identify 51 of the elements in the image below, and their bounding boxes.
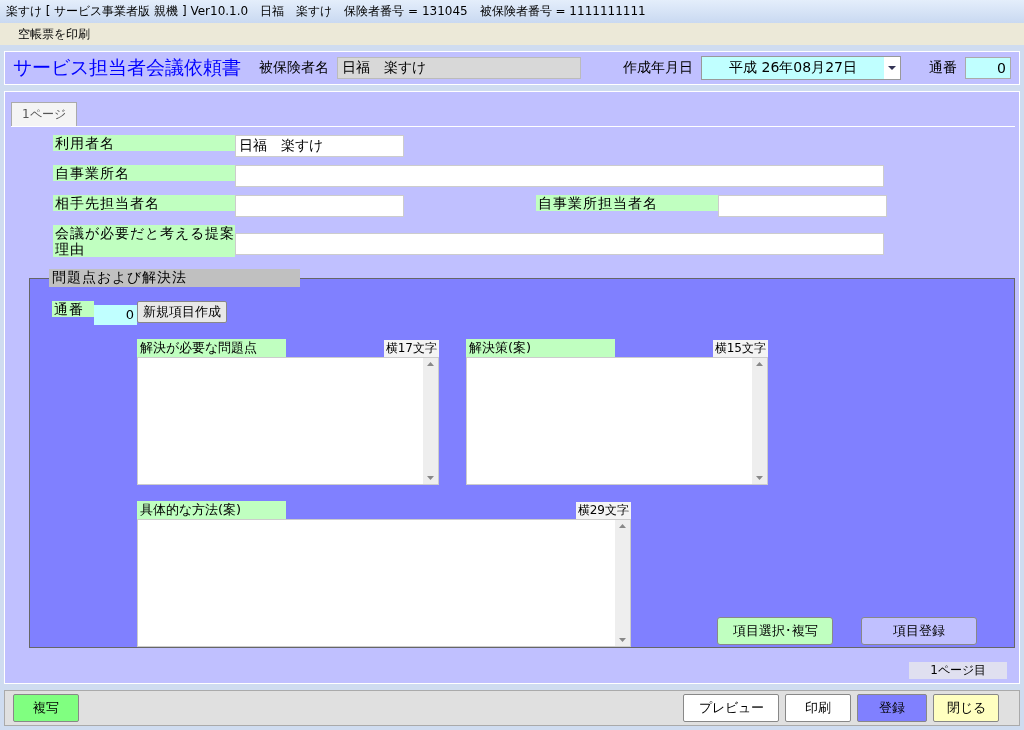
field-label: 相手先担当者名 <box>53 195 235 211</box>
input-field[interactable] <box>718 195 887 217</box>
scrollbar[interactable] <box>423 358 438 484</box>
menu-item[interactable]: 空帳票を印刷 <box>14 23 94 45</box>
field-label: 解決策(案) <box>466 339 615 357</box>
page-indicator: 1ページ目 <box>909 662 1007 679</box>
char-limit: 横17文字 <box>383 340 439 357</box>
page-tab[interactable]: 1ページ <box>11 102 77 126</box>
scroll-up-icon[interactable] <box>619 524 626 528</box>
char-limit: 横29文字 <box>575 502 631 519</box>
field-label: 解決が必要な問題点 <box>137 339 286 357</box>
field-label: 作成年月日 <box>623 58 693 77</box>
footer-button[interactable]: プレビュー <box>683 694 779 722</box>
serial-field[interactable]: 0 <box>965 56 1011 79</box>
serial-field[interactable]: 0 <box>94 305 137 325</box>
new-item-button[interactable]: 新規項目作成 <box>137 301 227 323</box>
input-field[interactable] <box>235 233 884 255</box>
form-title: サービス担当者会議依頼書 <box>13 54 241 80</box>
field-label: 具体的な方法(案) <box>137 501 286 519</box>
input-field[interactable]: 日福 楽すけ <box>235 135 404 157</box>
scroll-up-icon[interactable] <box>427 362 434 366</box>
char-limit: 横15文字 <box>712 340 768 357</box>
scroll-up-icon[interactable] <box>756 362 763 366</box>
field-label: 会議が必要だと考える提案理由 <box>53 225 235 257</box>
footer-button[interactable]: 登録 <box>857 694 927 722</box>
action-button[interactable]: 項目登録 <box>861 617 977 645</box>
text-area[interactable] <box>466 357 768 485</box>
scroll-down-icon[interactable] <box>427 476 434 480</box>
date-dropdown[interactable]: 平成 26年08月27日 <box>701 55 901 80</box>
scroll-down-icon[interactable] <box>756 476 763 480</box>
scroll-down-icon[interactable] <box>619 638 626 642</box>
text-area[interactable] <box>137 519 631 647</box>
copy-button[interactable]: 複写 <box>13 694 79 722</box>
field-label: 利用者名 <box>53 135 235 151</box>
insured-name-field: 日福 楽すけ <box>337 56 581 79</box>
field-label: 通番 <box>52 301 94 317</box>
footer-button[interactable]: 印刷 <box>785 694 851 722</box>
text-area[interactable] <box>137 357 439 485</box>
input-field[interactable] <box>235 195 404 217</box>
group-legend: 問題点および解決法 <box>49 269 300 287</box>
scrollbar[interactable] <box>615 520 630 646</box>
field-label: 被保険者名 <box>259 58 329 77</box>
caret-icon <box>888 65 896 70</box>
field-label: 自事業所名 <box>53 165 235 181</box>
input-field[interactable] <box>235 165 884 187</box>
action-button[interactable]: 項目選択･複写 <box>717 617 833 645</box>
footer-button[interactable]: 閉じる <box>933 694 999 722</box>
field-label: 自事業所担当者名 <box>536 195 718 211</box>
scrollbar[interactable] <box>752 358 767 484</box>
window-title: 楽すけ [ サービス事業者版 親機 ] Ver10.1.0 日福 楽すけ 保険者番号 = 131045 被保険者番号 = 1111111111 <box>0 0 1024 24</box>
field-label: 通番 <box>929 58 957 77</box>
